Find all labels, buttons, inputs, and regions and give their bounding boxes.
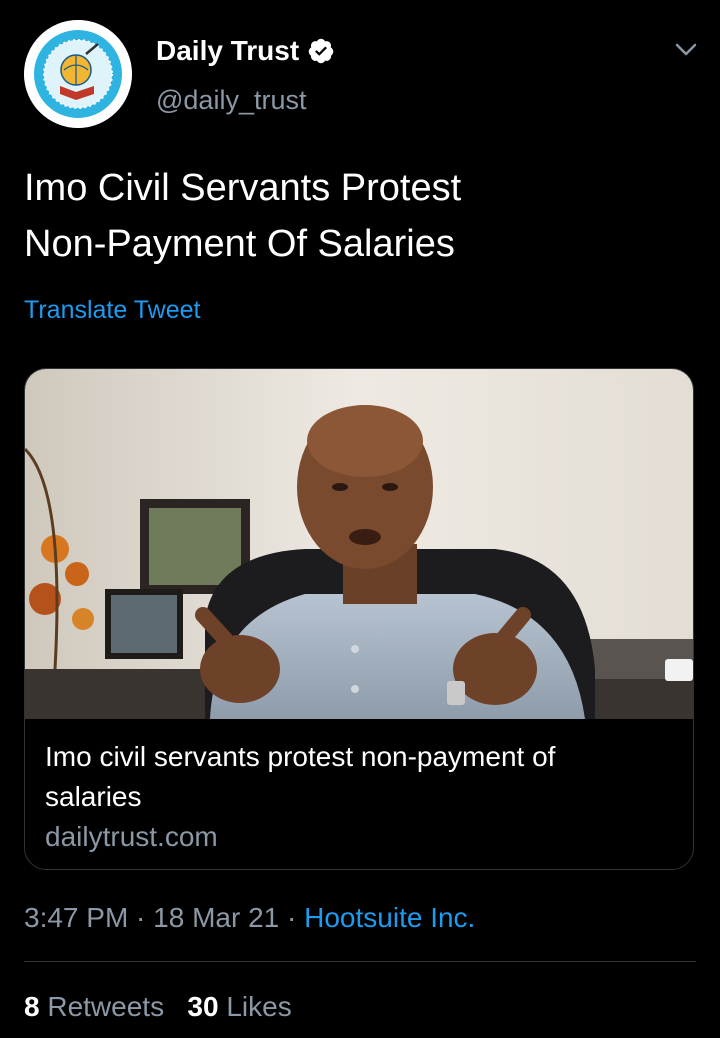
avatar[interactable] <box>24 20 132 128</box>
tweet-time: 3:47 PM <box>24 902 129 933</box>
tweet-date: 18 Mar 21 <box>153 902 280 933</box>
likes-stat[interactable]: 30 Likes <box>187 991 291 1022</box>
daily-trust-logo-icon <box>24 20 132 128</box>
tweet-text-line: Non-Payment Of Salaries <box>24 223 455 265</box>
card-title-line: Imo civil servants protest non-payment o… <box>45 741 556 772</box>
meta-separator: · <box>279 902 305 933</box>
translate-tweet-link[interactable]: Translate Tweet <box>24 294 200 326</box>
card-photo <box>25 369 693 719</box>
tweet-meta: 3:47 PM · 18 Mar 21 · Hootsuite Inc. <box>24 898 475 938</box>
chevron-down-icon[interactable] <box>668 36 704 64</box>
card-image[interactable] <box>25 369 693 719</box>
likes-count: 30 <box>187 991 219 1022</box>
retweets-count: 8 <box>24 991 40 1022</box>
tweet-text: Imo Civil Servants Protest Non-Payment O… <box>24 160 684 272</box>
meta-separator: · <box>128 902 154 933</box>
tweet-stats: 8 Retweets 30 Likes <box>24 987 292 1027</box>
divider <box>24 961 696 962</box>
card-domain: dailytrust.com <box>45 821 218 852</box>
tweet-source-link[interactable]: Hootsuite Inc. <box>304 902 475 933</box>
link-card[interactable]: Imo civil servants protest non-payment o… <box>24 368 694 870</box>
account-name-row[interactable]: Daily Trust <box>156 33 335 69</box>
retweets-stat[interactable]: 8 Retweets <box>24 991 164 1022</box>
display-name[interactable]: Daily Trust <box>156 33 299 69</box>
tweet-text-line: Imo Civil Servants Protest <box>24 167 462 209</box>
retweets-label: Retweets <box>47 991 165 1022</box>
card-title[interactable]: Imo civil servants protest non-payment o… <box>45 737 665 817</box>
card-title-line: salaries <box>45 781 142 812</box>
verified-badge-icon <box>308 38 334 64</box>
likes-label: Likes <box>226 991 292 1022</box>
account-handle[interactable]: @daily_trust <box>156 82 306 118</box>
